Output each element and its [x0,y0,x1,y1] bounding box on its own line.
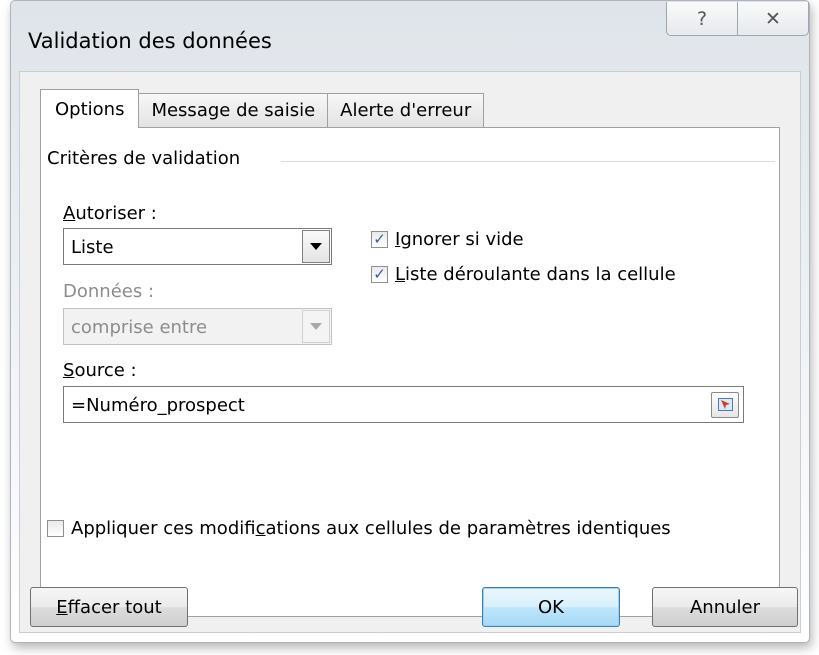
chevron-down-icon [310,323,322,330]
window-controls: ? ✕ [666,2,809,36]
close-icon: ✕ [765,7,781,30]
source-label: Source : [63,360,137,381]
group-separator [281,161,775,162]
help-icon: ? [696,7,708,30]
allow-dropdown-button[interactable] [302,230,330,263]
cancel-button[interactable]: Annuler [652,587,798,627]
in-cell-dropdown-checkbox[interactable]: ✓ Liste déroulante dans la cellule [371,264,676,285]
clear-all-button[interactable]: Effacer tout [30,587,188,627]
in-cell-dropdown-label: Liste déroulante dans la cellule [395,264,676,285]
checkmark-icon: ✓ [373,230,386,248]
allow-select-value: Liste [71,237,114,258]
help-button[interactable]: ? [666,2,737,36]
tab-options[interactable]: Options [40,89,140,128]
data-validation-dialog: Validation des données ? ✕ Options Messa… [10,0,810,643]
tab-input-message[interactable]: Message de saisie [139,93,329,127]
options-panel: Critères de validation Autoriser : Liste… [40,127,780,617]
tab-bar: Options Message de saisie Alerte d'erreu… [40,89,485,128]
allow-select[interactable]: Liste [63,228,332,265]
checkbox-box[interactable] [47,520,64,537]
chevron-down-icon [310,243,322,250]
group-title-validation-criteria: Critères de validation [47,148,249,169]
range-select-button[interactable] [711,392,739,418]
dialog-client-area: Options Message de saisie Alerte d'erreu… [19,71,801,633]
source-input-value: =Numéro_prospect [71,395,245,416]
data-select: comprise entre [63,308,332,345]
tab-error-alert[interactable]: Alerte d'erreur [328,93,485,127]
data-dropdown-button [302,310,330,343]
ignore-blank-label: Ignorer si vide [395,229,524,250]
checkbox-box[interactable]: ✓ [371,231,388,248]
data-select-value: comprise entre [71,317,208,338]
checkmark-icon: ✓ [373,265,386,283]
ok-button[interactable]: OK [482,587,620,627]
checkbox-box[interactable]: ✓ [371,266,388,283]
allow-label: Autoriser : [63,203,157,224]
close-button[interactable]: ✕ [737,2,809,36]
ignore-blank-checkbox[interactable]: ✓ Ignorer si vide [371,229,524,250]
apply-changes-label: Appliquer ces modifications aux cellules… [71,518,671,539]
window-title: Validation des données [28,29,272,53]
data-label: Données : [63,281,155,302]
source-input[interactable]: =Numéro_prospect [63,386,744,423]
apply-changes-checkbox[interactable]: Appliquer ces modifications aux cellules… [47,518,671,539]
